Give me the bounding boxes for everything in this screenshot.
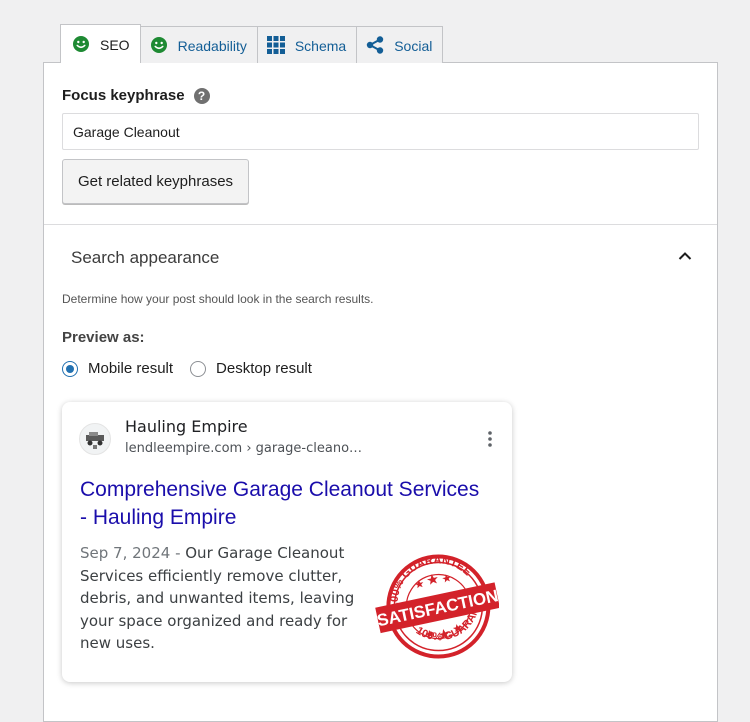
mobile-result-option[interactable]: Mobile result [62,360,173,377]
smiley-icon [150,36,168,54]
share-icon [366,36,384,54]
result-snippet: Sep 7, 2024 - Our Garage Cleanout Servic… [80,542,360,655]
search-appearance-description: Determine how your post should look in t… [62,292,374,306]
grid-icon [266,36,285,54]
desktop-result-radio[interactable] [190,360,207,377]
metabox-tabs: SEO Readability Schema Social [60,24,444,63]
seo-panel: Focus keyphrase ? Get related keyphrases… [43,62,718,722]
date-separator: - [170,544,186,562]
tab-label: Readability [177,38,247,54]
mobile-result-label: Mobile result [88,360,174,377]
tab-label: Social [394,38,433,54]
desktop-result-label: Desktop result [216,360,312,377]
search-result-preview: Hauling Empire lendleempire.com › garage… [62,402,512,682]
search-appearance-header[interactable]: Search appearance [71,248,219,268]
focus-keyphrase-input[interactable] [62,113,699,150]
focus-keyphrase-label: Focus keyphrase ? [62,87,210,104]
site-favicon [79,423,111,455]
mobile-result-radio[interactable] [62,360,78,377]
tab-schema[interactable]: Schema [256,26,358,63]
divider [44,224,717,225]
desktop-result-option[interactable]: Desktop result [190,360,312,377]
get-related-keyphrases-button[interactable]: Get related keyphrases [62,159,249,204]
result-date: Sep 7, 2024 [80,544,171,562]
help-icon[interactable]: ? [193,87,210,104]
tab-label: SEO [100,37,130,53]
chevron-up-icon[interactable] [677,248,693,264]
tab-social[interactable]: Social [356,26,444,63]
tab-label: Schema [294,38,347,54]
more-vertical-icon[interactable] [486,430,494,448]
focus-keyphrase-label-text: Focus keyphrase [62,87,185,104]
site-url[interactable]: lendleempire.com › garage-cleano… [125,441,362,456]
preview-mode-radio-group: Mobile result Desktop result [62,360,329,377]
result-title-link[interactable]: Comprehensive Garage Cleanout Services -… [80,476,480,532]
smiley-icon [72,35,90,53]
tab-seo[interactable]: SEO [60,24,141,63]
satisfaction-guarantee-seal: 100% GUARANTEE 100% GUARANTEE SATISFACTI… [374,550,499,659]
tab-readability[interactable]: Readability [139,26,258,63]
site-name: Hauling Empire [125,417,248,436]
preview-as-label: Preview as: [62,329,145,346]
